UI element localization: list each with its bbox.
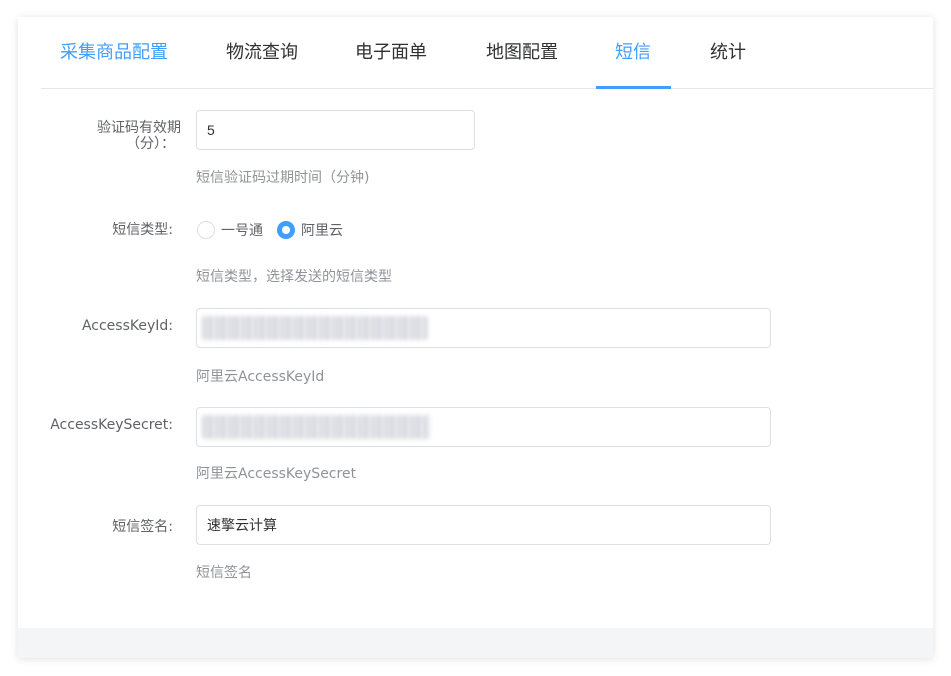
radio-aliyun-label[interactable]: 阿里云 (301, 220, 343, 240)
sms-signature-label: 短信签名: (112, 519, 173, 535)
tab-statistics[interactable]: 统计 (710, 17, 746, 89)
settings-card: 采集商品配置 物流查询 电子面单 地图配置 短信 统计 验证码有效期 （分）： … (18, 17, 933, 658)
code-expiry-label-line2: （分）： (126, 136, 175, 152)
tab-logistics-query[interactable]: 物流查询 (226, 17, 298, 89)
active-tab-indicator (596, 86, 671, 89)
radio-yihaotong-label[interactable]: 一号通 (221, 220, 263, 240)
access-key-id-label: AccessKeyId: (81, 318, 173, 334)
code-expiry-label: 验证码有效期 （分）： (97, 120, 181, 152)
code-expiry-hint: 短信验证码过期时间（分钟) (196, 170, 370, 186)
sms-signature-hint: 短信签名 (196, 565, 252, 581)
access-key-id-redacted (202, 316, 428, 340)
tab-map-config[interactable]: 地图配置 (486, 17, 558, 89)
access-key-secret-label: AccessKeySecret: (50, 417, 173, 433)
access-key-secret-redacted (202, 415, 430, 439)
radio-aliyun[interactable] (277, 221, 295, 239)
tab-collect-product-config[interactable]: 采集商品配置 (60, 17, 168, 89)
access-key-secret-hint: 阿里云AccessKeySecret (196, 466, 357, 482)
sms-type-label: 短信类型: (112, 222, 173, 238)
footer-bar (18, 628, 933, 658)
code-expiry-input[interactable] (196, 110, 475, 150)
tab-electronic-waybill[interactable]: 电子面单 (355, 17, 427, 89)
radio-yihaotong[interactable] (197, 221, 215, 239)
access-key-id-hint: 阿里云AccessKeyId (196, 369, 325, 385)
sms-type-hint: 短信类型，选择发送的短信类型 (196, 269, 392, 285)
sms-signature-input[interactable] (196, 505, 771, 545)
code-expiry-label-line1: 验证码有效期 (97, 120, 181, 136)
tab-bar: 采集商品配置 物流查询 电子面单 地图配置 短信 统计 (41, 17, 933, 89)
tab-sms[interactable]: 短信 (615, 17, 651, 89)
